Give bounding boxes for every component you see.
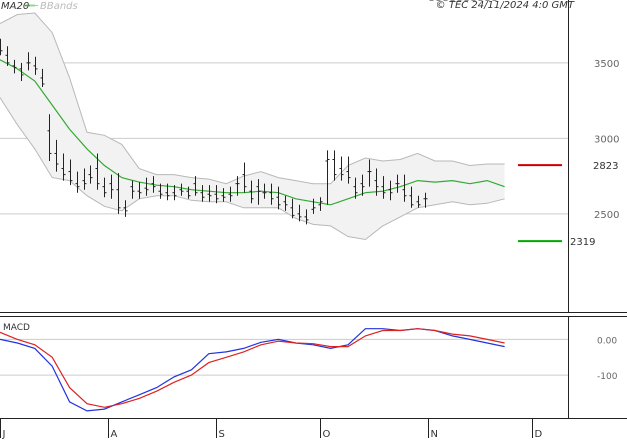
x-tick-label: J (2, 429, 6, 440)
y-tick-label: 3000 (594, 134, 619, 145)
signal-line (0, 328, 505, 408)
macd-lines (0, 328, 505, 412)
macd-panel-label: MACD (3, 323, 30, 333)
bollinger-bands (0, 12, 505, 241)
legend-ma-label: MA20 (1, 1, 29, 12)
y-tick-label: 3500 (594, 59, 619, 70)
x-tick-label: N (431, 429, 438, 440)
macd-line (0, 328, 505, 412)
x-tick-label: O (323, 429, 331, 440)
y-axis-ticks: 3500 3000 2500 0.00 -100 (594, 59, 619, 382)
stock-chart: 2823 2319 3500 3000 2500 0.00 -100 J A S O N D MA2… (0, 0, 627, 440)
legend: MA20 BBands © TEC 24/11/2024 4:0 GMT (1, 0, 575, 12)
support-label: 2319 (570, 237, 595, 248)
copyright-text: © TEC 24/11/2024 4:0 GMT (436, 0, 575, 11)
x-tick-label: S (219, 429, 225, 440)
x-tick-label: D (535, 429, 543, 440)
legend-bbands-label: BBands (40, 1, 78, 12)
x-tick-label: A (111, 429, 118, 440)
grid-layer (0, 62, 568, 376)
macd-y-tick-label: 0.00 (597, 336, 617, 346)
ohlc-bar (332, 150, 337, 181)
x-axis-ticks: JASOND (0, 418, 543, 440)
macd-y-tick-label: -100 (597, 372, 618, 382)
resistance-label: 2823 (593, 161, 618, 172)
y-tick-label: 2500 (594, 210, 619, 221)
